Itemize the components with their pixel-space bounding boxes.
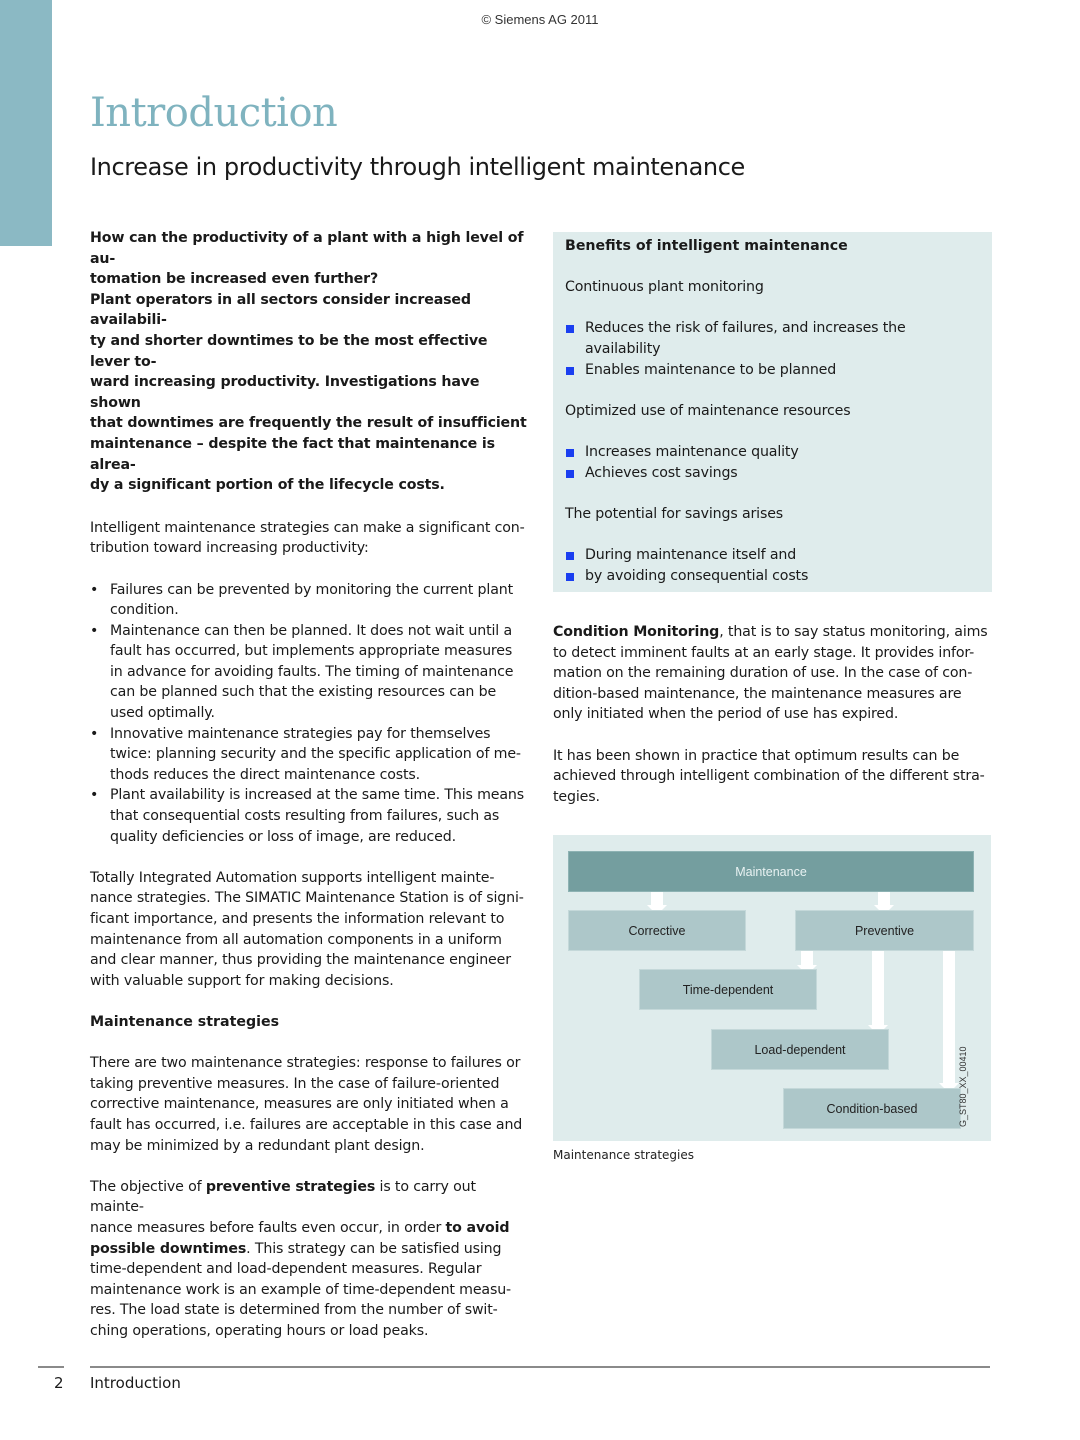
section-heading: Maintenance strategies bbox=[90, 1013, 280, 1030]
square-bullet-icon bbox=[566, 551, 574, 560]
text-line: tribution toward increasing productivity… bbox=[90, 540, 369, 557]
bullet-icon: • bbox=[90, 622, 99, 639]
strategies-intro-paragraph: Intelligent maintenance strategies can m… bbox=[90, 518, 530, 559]
node-load-dependent: Load-dependent bbox=[711, 1029, 889, 1070]
maintenance-strategies-diagram: Maintenance Corrective Preventive Time-d… bbox=[553, 835, 991, 1141]
text-line: Intelligent maintenance strategies can m… bbox=[90, 519, 525, 536]
node-condition-based: Condition-based bbox=[783, 1088, 961, 1129]
footer-section-label: Introduction bbox=[90, 1374, 181, 1392]
list-item: Enables maintenance to be planned bbox=[565, 360, 980, 381]
list-item: During maintenance itself and bbox=[565, 545, 980, 566]
arrow-shaft bbox=[878, 891, 890, 905]
benefits-heading: Benefits of intelligent maintenance bbox=[565, 238, 848, 254]
text-line: Plant operators in all sectors consider … bbox=[90, 291, 471, 329]
intro-paragraph: How can the productivity of a plant with… bbox=[90, 228, 530, 496]
bullet-icon: • bbox=[90, 581, 99, 598]
square-bullet-icon bbox=[566, 325, 574, 334]
emphasis: preventive strategies bbox=[205, 1178, 376, 1195]
list-item: • Innovative maintenance strategies pay … bbox=[90, 725, 521, 783]
side-accent-bar bbox=[0, 0, 52, 246]
list-item: • Failures can be prevented by monitorin… bbox=[90, 581, 513, 619]
page-number: 2 bbox=[54, 1374, 64, 1392]
node-time-dependent: Time-dependent bbox=[639, 969, 817, 1010]
benefit-list: During maintenance itself and by avoidin… bbox=[565, 545, 980, 586]
text-line: that downtimes are frequently the result… bbox=[90, 415, 527, 432]
emphasis: possible downtimes bbox=[90, 1240, 247, 1257]
two-strategies-paragraph: There are two maintenance strategies: re… bbox=[90, 1055, 523, 1154]
square-bullet-icon bbox=[566, 469, 574, 478]
emphasis: Condition Monitoring bbox=[553, 624, 720, 641]
benefits-bullet-list: • Failures can be prevented by monitorin… bbox=[90, 580, 530, 848]
page-title: Introduction bbox=[90, 90, 338, 136]
list-item: Reduces the risk of failures, and increa… bbox=[565, 318, 980, 359]
figure-id: G_ST80_XX_00410 bbox=[958, 1046, 968, 1127]
figure-caption: Maintenance strategies bbox=[553, 1148, 695, 1162]
text-line: How can the productivity of a plant with… bbox=[90, 230, 524, 267]
bullet-icon: • bbox=[90, 725, 99, 742]
benefit-group-title: The potential for savings arises bbox=[565, 505, 784, 522]
list-item: by avoiding consequential costs bbox=[565, 566, 980, 587]
copyright-notice: © Siemens AG 2011 bbox=[481, 12, 599, 27]
text-line: ty and shorter downtimes to be the most … bbox=[90, 332, 488, 370]
objective-paragraph: The objective of preventive strategies i… bbox=[90, 1178, 512, 1339]
tia-paragraph: Totally Integrated Automation supports i… bbox=[90, 869, 524, 989]
list-item: Increases maintenance quality bbox=[565, 442, 980, 463]
arrow-shaft bbox=[801, 951, 813, 965]
benefits-box: Benefits of intelligent maintenance Cont… bbox=[553, 232, 992, 593]
benefit-group-title: Continuous plant monitoring bbox=[565, 279, 764, 296]
emphasis: to avoid bbox=[445, 1219, 510, 1236]
footer-divider bbox=[38, 1366, 64, 1368]
text-line: dy a significant portion of the lifecycl… bbox=[90, 477, 445, 494]
benefit-group-title: Optimized use of maintenance resources bbox=[565, 402, 851, 419]
arrow-shaft bbox=[872, 951, 884, 1025]
page-subtitle: Increase in productivity through intelli… bbox=[90, 153, 745, 181]
text-line: ward increasing productivity. Investigat… bbox=[90, 374, 480, 411]
list-item: • Maintenance can then be planned. It do… bbox=[90, 622, 514, 722]
footer-divider bbox=[90, 1366, 990, 1368]
benefit-list: Reduces the risk of failures, and increa… bbox=[565, 318, 980, 380]
node-corrective: Corrective bbox=[568, 910, 746, 951]
arrow-shaft bbox=[651, 891, 663, 905]
list-item: • Plant availability is increased at the… bbox=[90, 787, 524, 845]
benefit-list: Increases maintenance quality Achieves c… bbox=[565, 442, 980, 483]
practice-paragraph: It has been shown in practice that optim… bbox=[553, 747, 985, 805]
text-line: maintenance – despite the fact that main… bbox=[90, 435, 495, 473]
condition-monitoring-paragraph: Condition Monitoring, that is to say sta… bbox=[553, 624, 988, 723]
right-column: Benefits of intelligent maintenance Cont… bbox=[553, 232, 993, 807]
arrow-shaft bbox=[943, 951, 955, 1083]
text-line: tomation be increased even further? bbox=[90, 271, 379, 288]
square-bullet-icon bbox=[566, 448, 574, 457]
node-preventive: Preventive bbox=[795, 910, 974, 951]
bullet-icon: • bbox=[90, 787, 99, 804]
square-bullet-icon bbox=[566, 366, 574, 375]
left-column: How can the productivity of a plant with… bbox=[90, 228, 530, 1341]
node-maintenance: Maintenance bbox=[568, 851, 974, 892]
square-bullet-icon bbox=[566, 572, 574, 581]
list-item: Achieves cost savings bbox=[565, 463, 980, 484]
